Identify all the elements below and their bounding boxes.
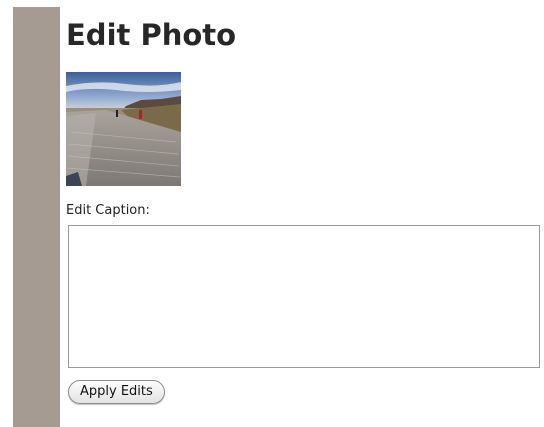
page-title: Edit Photo — [66, 18, 237, 52]
apply-edits-button[interactable]: Apply Edits — [68, 380, 165, 404]
left-sidebar-strip — [13, 7, 60, 427]
caption-label: Edit Caption: — [66, 203, 150, 218]
caption-textarea[interactable] — [68, 225, 540, 368]
photo-thumbnail — [66, 72, 181, 186]
